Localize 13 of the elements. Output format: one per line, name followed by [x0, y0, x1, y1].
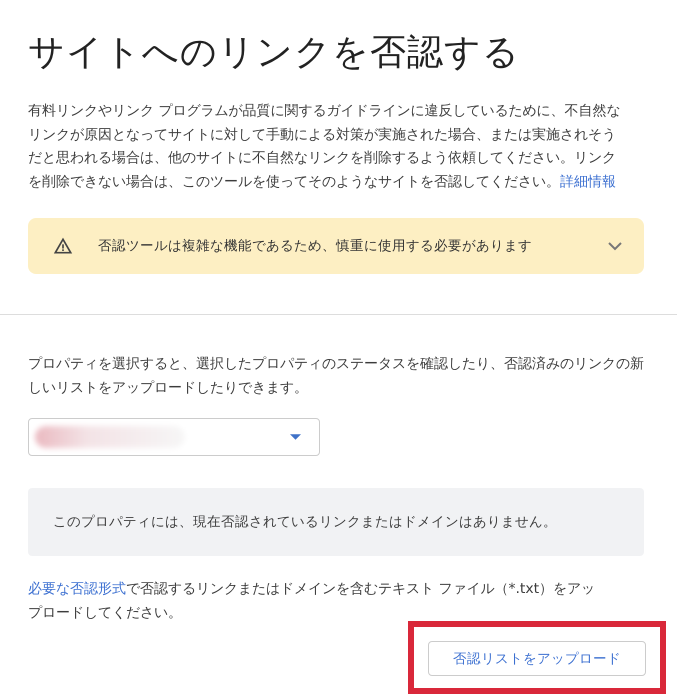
page-title: サイトへのリンクを否認する: [27, 31, 521, 75]
notice-text: このプロパティには、現在否認されているリンクまたはドメインはありません。: [53, 513, 557, 531]
learn-more-link[interactable]: 詳細情報: [560, 174, 616, 190]
format-link[interactable]: 必要な否認形式: [28, 581, 126, 597]
warning-banner[interactable]: 否認ツールは複雑な機能であるため、慎重に使用する必要があります: [28, 218, 644, 274]
upload-instructions: 必要な否認形式で否認するリンクまたはドメインを含むテキスト ファイル（*.txt）をアップロードしてください。: [27, 580, 596, 622]
warning-text: 否認ツールは複雑な機能であるため、慎重に使用する必要があります: [98, 237, 533, 255]
property-description: プロパティを選択すると、選択したプロパティのステータスを確認したり、否認済みのリンクの新しいリストをアップロードしたりできます。: [27, 355, 645, 398]
warning-icon: [52, 236, 74, 256]
chevron-icon[interactable]: [608, 242, 622, 250]
intro-paragraph: 有料リンクやリンク プログラムが品質に関するガイドラインに違反しているために、不自然なリンクが原因となってサイトに対して手動による対策が実施された場合、または実施されそうだと思われる場合は、他のサイトに不自然なリンクを削除するよう依頼してください。リンクを削除できない場合は、このツールを使ってそのようなサイトを否認してください。詳細情報: [27, 102, 622, 192]
upload-button[interactable]: 否認リストをアップロード: [428, 641, 646, 676]
dropdown-arrow-icon: [290, 434, 301, 440]
